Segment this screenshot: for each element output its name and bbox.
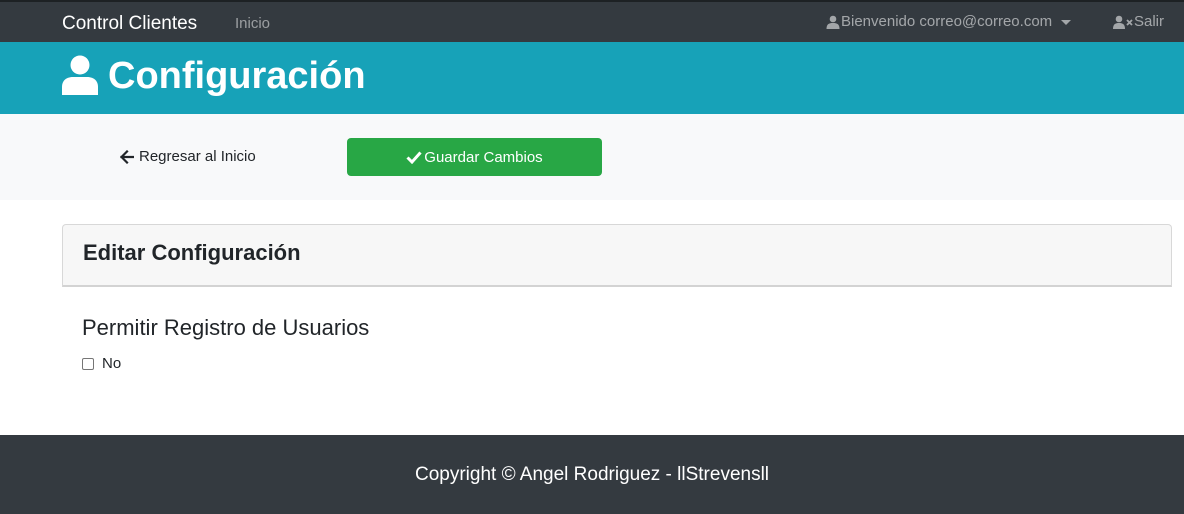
page-header: Configuración	[0, 42, 1184, 114]
section-title: Permitir Registro de Usuarios	[82, 315, 370, 340]
nav-link-inicio[interactable]: Inicio	[235, 15, 270, 32]
arrow-left-icon	[120, 149, 134, 164]
actions-bar: Regresar al Inicio Guardar Cambios	[0, 114, 1184, 200]
user-times-icon	[1113, 15, 1133, 29]
user-menu-label: Bienvenido correo@correo.com	[841, 13, 1053, 30]
back-link-label: Regresar al Inicio	[139, 148, 256, 165]
footer-copyright: Copyright © Angel Rodriguez - llStrevens…	[414, 464, 770, 485]
logout-link[interactable]: Salir	[1113, 13, 1164, 30]
user-icon	[826, 15, 840, 29]
allow-registration-checkbox[interactable]	[82, 357, 94, 370]
settings-card-header: Editar Configuración	[62, 224, 1172, 287]
back-to-home-link[interactable]: Regresar al Inicio	[120, 148, 256, 165]
save-button-label: Guardar Cambios	[424, 148, 543, 166]
check-icon	[406, 151, 422, 164]
save-changes-button[interactable]: Guardar Cambios	[347, 138, 602, 176]
checkbox-label: No	[102, 355, 122, 372]
page-footer: Copyright © Angel Rodriguez - llStrevens…	[0, 435, 1184, 514]
card-title: Editar Configuración	[83, 240, 301, 265]
user-menu-dropdown[interactable]: Bienvenido correo@correo.com	[826, 13, 1072, 30]
chevron-down-icon	[1061, 19, 1072, 25]
user-icon	[62, 55, 98, 95]
page-title: Configuración	[108, 55, 366, 97]
allow-registration-checkbox-row[interactable]: No	[82, 355, 121, 372]
top-navbar: Control Clientes Inicio Bienvenido corre…	[0, 0, 1184, 42]
logout-label: Salir	[1134, 13, 1165, 30]
navbar-brand[interactable]: Control Clientes	[62, 13, 197, 35]
